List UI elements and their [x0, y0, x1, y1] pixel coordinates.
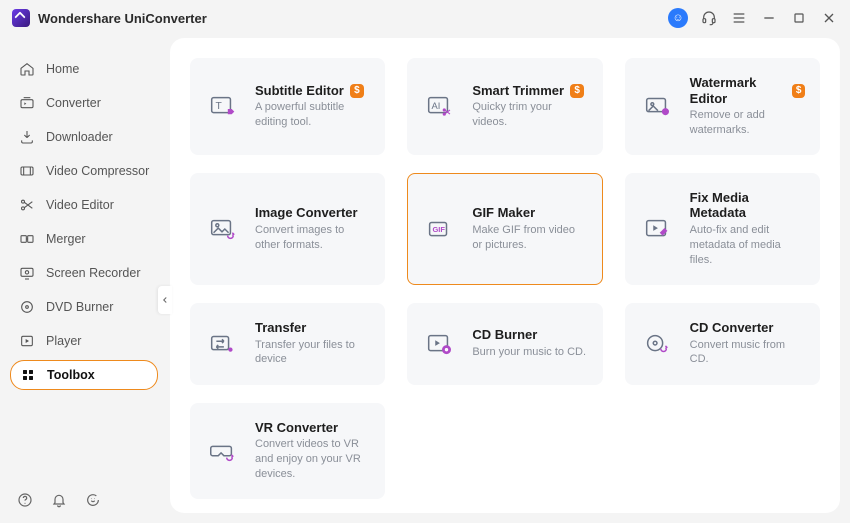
tool-description: Transfer your files to device [255, 338, 370, 368]
tool-title: Watermark Editor [690, 75, 787, 106]
main-content: T Subtitle Editor $ A powerful subtitle … [170, 38, 840, 513]
tool-description: Remove or add watermarks. [690, 108, 805, 138]
tool-title: Smart Trimmer [472, 83, 564, 99]
sidebar-item-home[interactable]: Home [10, 54, 158, 84]
tool-card[interactable]: CD Converter Convert music from CD. [625, 303, 820, 385]
download-icon [18, 128, 36, 146]
tool-description: A powerful subtitle editing tool. [255, 100, 370, 130]
tool-card[interactable]: VR Converter Convert videos to VR and en… [190, 403, 385, 499]
tool-icon [640, 89, 674, 123]
recorder-icon [18, 264, 36, 282]
tool-icon: AI [422, 89, 456, 123]
premium-badge-icon: $ [570, 84, 584, 98]
tool-icon: T [205, 89, 239, 123]
tool-icon [640, 327, 674, 361]
headset-icon[interactable] [700, 9, 718, 27]
tool-description: Quicky trim your videos. [472, 100, 587, 130]
tool-description: Convert images to other formats. [255, 223, 370, 253]
tool-title: VR Converter [255, 420, 338, 436]
tool-description: Convert videos to VR and enjoy on your V… [255, 437, 370, 482]
compressor-icon [18, 162, 36, 180]
scissors-icon [18, 196, 36, 214]
bell-icon[interactable] [50, 491, 68, 509]
tool-card[interactable]: Watermark Editor $ Remove or add waterma… [625, 58, 820, 155]
close-button[interactable] [820, 9, 838, 27]
sidebar-item-label: DVD Burner [46, 300, 113, 314]
tool-card[interactable]: T Subtitle Editor $ A powerful subtitle … [190, 58, 385, 155]
tool-icon: GIF [422, 212, 456, 246]
sidebar-item-toolbox[interactable]: Toolbox [10, 360, 158, 390]
sidebar-item-converter[interactable]: Converter [10, 88, 158, 118]
tool-title: CD Converter [690, 320, 774, 336]
app-logo-icon [12, 9, 30, 27]
tool-icon [205, 327, 239, 361]
disc-icon [18, 298, 36, 316]
titlebar: Wondershare UniConverter ☺ [0, 0, 850, 36]
sidebar-item-video-compressor[interactable]: Video Compressor [10, 156, 158, 186]
tool-card[interactable]: CD Burner Burn your music to CD. [407, 303, 602, 385]
brand: Wondershare UniConverter [12, 9, 207, 27]
sidebar-item-label: Downloader [46, 130, 113, 144]
sidebar-item-label: Player [46, 334, 81, 348]
hamburger-menu-icon[interactable] [730, 9, 748, 27]
tool-card[interactable]: Fix Media Metadata Auto-fix and edit met… [625, 173, 820, 285]
sidebar-collapse-handle[interactable] [158, 286, 172, 314]
tool-description: Make GIF from video or pictures. [472, 223, 587, 253]
user-avatar-button[interactable]: ☺ [668, 8, 688, 28]
tool-description: Convert music from CD. [690, 338, 805, 368]
svg-text:T: T [215, 101, 222, 112]
tool-icon [422, 327, 456, 361]
help-icon[interactable] [16, 491, 34, 509]
tool-card[interactable]: Transfer Transfer your files to device [190, 303, 385, 385]
sidebar-item-video-editor[interactable]: Video Editor [10, 190, 158, 220]
sidebar-item-label: Video Compressor [46, 164, 149, 178]
converter-icon [18, 94, 36, 112]
sidebar-item-label: Screen Recorder [46, 266, 141, 280]
premium-badge-icon: $ [792, 84, 805, 98]
tool-icon [205, 434, 239, 468]
sidebar-item-label: Toolbox [47, 368, 95, 382]
sidebar-item-downloader[interactable]: Downloader [10, 122, 158, 152]
tool-title: Subtitle Editor [255, 83, 344, 99]
tool-title: Fix Media Metadata [690, 190, 805, 221]
tool-title: Image Converter [255, 205, 358, 221]
tool-card[interactable]: GIF GIF Maker Make GIF from video or pic… [407, 173, 602, 285]
sidebar-item-label: Home [46, 62, 79, 76]
sidebar-item-dvd-burner[interactable]: DVD Burner [10, 292, 158, 322]
minimize-button[interactable] [760, 9, 778, 27]
premium-badge-icon: $ [350, 84, 364, 98]
sidebar-item-player[interactable]: Player [10, 326, 158, 356]
tool-title: Transfer [255, 320, 306, 336]
sidebar-item-label: Merger [46, 232, 86, 246]
feedback-icon[interactable] [84, 491, 102, 509]
tool-icon [640, 212, 674, 246]
app-title: Wondershare UniConverter [38, 11, 207, 26]
svg-text:GIF: GIF [433, 225, 446, 234]
tool-card[interactable]: AI Smart Trimmer $ Quicky trim your vide… [407, 58, 602, 155]
sidebar-item-label: Converter [46, 96, 101, 110]
home-icon [18, 60, 36, 78]
tool-description: Auto-fix and edit metadata of media file… [690, 223, 805, 268]
tool-icon [205, 212, 239, 246]
play-icon [18, 332, 36, 350]
tool-title: GIF Maker [472, 205, 535, 221]
merger-icon [18, 230, 36, 248]
toolbox-icon [19, 366, 37, 384]
tool-description: Burn your music to CD. [472, 345, 587, 360]
sidebar-item-merger[interactable]: Merger [10, 224, 158, 254]
sidebar-item-label: Video Editor [46, 198, 114, 212]
tool-title: CD Burner [472, 327, 537, 343]
tool-card[interactable]: Image Converter Convert images to other … [190, 173, 385, 285]
sidebar-item-screen-recorder[interactable]: Screen Recorder [10, 258, 158, 288]
maximize-button[interactable] [790, 9, 808, 27]
sidebar: Home Converter Downloader Video Compress… [0, 36, 168, 523]
svg-text:AI: AI [432, 101, 441, 111]
